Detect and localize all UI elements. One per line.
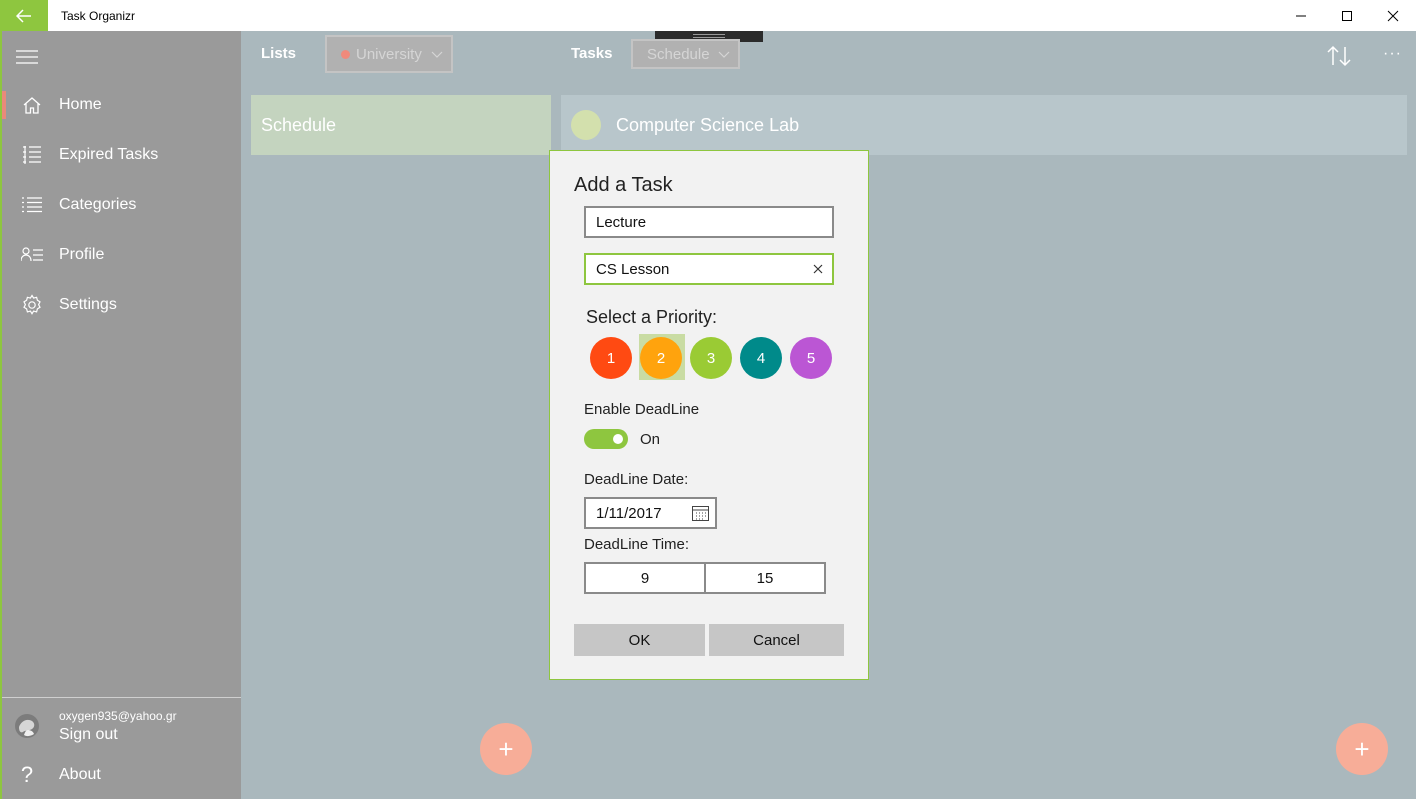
list-selected-value: Schedule xyxy=(647,45,710,63)
category-selected-value: University xyxy=(356,45,422,63)
clear-text-icon[interactable] xyxy=(811,262,825,276)
ok-button[interactable]: OK xyxy=(574,624,705,656)
home-icon xyxy=(2,95,58,115)
more-options-icon[interactable]: ··· xyxy=(1383,45,1402,63)
deadline-time-picker[interactable]: 9 15 xyxy=(584,562,826,594)
priority-button-3[interactable]: 3 xyxy=(690,337,732,379)
sidebar-item-label: About xyxy=(59,766,101,783)
task-name-input[interactable]: Lecture xyxy=(584,206,834,238)
priority-label: Select a Priority: xyxy=(586,307,718,327)
toggle-knob xyxy=(613,434,623,444)
add-task-button[interactable]: + xyxy=(1336,723,1388,775)
sidebar-item-categories[interactable]: Categories xyxy=(2,182,241,228)
hamburger-icon xyxy=(16,50,38,64)
priority-button-1[interactable]: 1 xyxy=(590,337,632,379)
category-color-dot xyxy=(341,49,350,59)
deadline-date-value: 1/11/2017 xyxy=(596,504,662,522)
priority-button-4[interactable]: 4 xyxy=(740,337,782,379)
account-section[interactable]: oxygen935@yahoo.gr Sign out xyxy=(2,705,241,751)
hamburger-menu-button[interactable] xyxy=(16,49,38,65)
avatar xyxy=(15,714,39,738)
task-item-label: Computer Science Lab xyxy=(616,115,800,135)
minimize-button[interactable] xyxy=(1278,0,1324,31)
task-priority-indicator xyxy=(571,110,601,140)
list-item[interactable]: Schedule xyxy=(251,95,551,155)
deadline-toggle-state: On xyxy=(640,431,661,448)
sidebar-item-expired-tasks[interactable]: Expired Tasks xyxy=(2,132,241,178)
sidebar-item-label: Profile xyxy=(59,246,105,263)
cancel-button[interactable]: Cancel xyxy=(709,624,844,656)
sidebar-item-home[interactable]: Home xyxy=(2,82,241,128)
categories-icon xyxy=(2,197,58,213)
deadline-time-label: DeadLine Time: xyxy=(584,536,690,553)
help-icon: ? xyxy=(20,762,34,787)
priority-button-2[interactable]: 2 xyxy=(640,337,682,379)
dialog-title: Add a Task xyxy=(574,174,673,196)
gear-icon xyxy=(2,294,58,316)
sidebar-item-label: Categories xyxy=(59,196,137,213)
back-button[interactable] xyxy=(0,0,48,31)
task-description-input[interactable]: CS Lesson xyxy=(584,253,834,285)
list-item-label: Schedule xyxy=(261,115,337,135)
priority-button-5[interactable]: 5 xyxy=(790,337,832,379)
sign-out-link[interactable]: Sign out xyxy=(59,726,118,744)
add-task-dialog: Add a Task Lecture CS Lesson Select a Pr… xyxy=(549,150,869,680)
close-icon xyxy=(1387,10,1399,21)
deadline-toggle[interactable] xyxy=(584,429,628,449)
maximize-button[interactable] xyxy=(1324,0,1370,31)
sidebar-item-settings[interactable]: Settings xyxy=(2,282,241,328)
sidebar-divider xyxy=(2,697,241,698)
expired-list-icon xyxy=(2,146,58,164)
deadline-hour[interactable]: 9 xyxy=(586,564,704,592)
add-list-button[interactable]: + xyxy=(480,723,532,775)
deadline-date-picker[interactable]: 1/11/2017 xyxy=(584,497,717,529)
sidebar-item-label: Expired Tasks xyxy=(59,146,159,163)
close-button[interactable] xyxy=(1370,0,1416,31)
window-controls xyxy=(1278,0,1416,31)
tasks-heading: Tasks xyxy=(571,45,613,62)
task-description-value: CS Lesson xyxy=(596,260,670,278)
chevron-down-icon xyxy=(431,51,443,58)
deadline-toggle-label: Enable DeadLine xyxy=(584,401,700,418)
chevron-down-icon xyxy=(718,51,730,58)
sidebar-item-label: Settings xyxy=(59,296,117,313)
lists-heading: Lists xyxy=(261,45,297,62)
account-email: oxygen935@yahoo.gr xyxy=(59,709,177,723)
back-arrow-icon xyxy=(16,8,31,23)
app-title: Task Organizr xyxy=(61,8,136,23)
sidebar-item-profile[interactable]: Profile xyxy=(2,232,241,278)
maximize-icon xyxy=(1342,10,1352,21)
task-item[interactable]: Computer Science Lab xyxy=(561,95,1407,155)
title-bar: Task Organizr xyxy=(0,0,1416,31)
category-selector[interactable]: University xyxy=(325,35,453,73)
sort-icon[interactable] xyxy=(1326,43,1352,69)
deadline-date-label: DeadLine Date: xyxy=(584,471,689,488)
list-selector[interactable]: Schedule xyxy=(631,39,740,69)
sidebar-item-about[interactable]: ? About xyxy=(2,752,241,798)
sidebar-item-label: Home xyxy=(59,96,102,113)
deadline-minute[interactable]: 15 xyxy=(704,564,824,592)
minimize-icon xyxy=(1296,15,1306,16)
calendar-icon xyxy=(692,506,709,521)
profile-icon xyxy=(2,247,58,263)
sidebar: Home Expired Tasks Categories Profile Se… xyxy=(0,31,241,799)
